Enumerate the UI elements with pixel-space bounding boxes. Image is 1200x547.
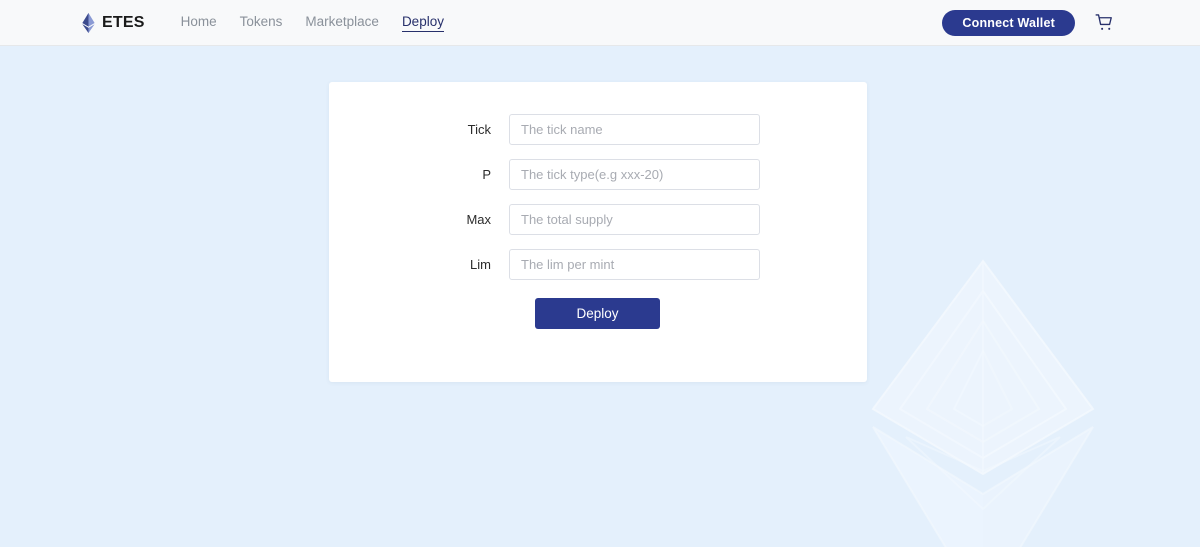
top-navigation-bar: ETES Home Tokens Marketplace Deploy Conn…	[0, 0, 1200, 46]
connect-wallet-button[interactable]: Connect Wallet	[942, 9, 1075, 36]
max-input[interactable]	[509, 204, 760, 235]
main-nav: Home Tokens Marketplace Deploy	[181, 14, 444, 32]
ethereum-diamond-icon	[82, 12, 95, 33]
brand-logo[interactable]: ETES	[82, 12, 145, 33]
lim-input[interactable]	[509, 249, 760, 280]
form-row-lim: Lim	[329, 249, 867, 280]
form-row-p: P	[329, 159, 867, 190]
deploy-form-card: Tick P Max Lim Deploy	[329, 82, 867, 382]
form-row-tick: Tick	[329, 114, 867, 145]
label-tick: Tick	[467, 122, 491, 137]
label-p: P	[482, 167, 491, 182]
tick-input[interactable]	[509, 114, 760, 145]
label-lim: Lim	[470, 257, 491, 272]
ethereum-diamond-watermark-icon	[871, 259, 1095, 547]
form-actions: Deploy	[329, 298, 867, 329]
label-max: Max	[466, 212, 491, 227]
shopping-cart-icon	[1095, 14, 1112, 30]
deploy-form: Tick P Max Lim Deploy	[329, 82, 867, 329]
nav-item-home[interactable]: Home	[181, 14, 217, 31]
nav-item-tokens[interactable]: Tokens	[240, 14, 283, 31]
nav-item-deploy[interactable]: Deploy	[401, 14, 444, 32]
header-actions: Connect Wallet	[942, 9, 1114, 36]
form-row-max: Max	[329, 204, 867, 235]
nav-item-marketplace[interactable]: Marketplace	[305, 14, 379, 31]
brand-name: ETES	[102, 13, 145, 31]
cart-button[interactable]	[1095, 13, 1114, 32]
deploy-submit-button[interactable]: Deploy	[535, 298, 660, 329]
p-input[interactable]	[509, 159, 760, 190]
